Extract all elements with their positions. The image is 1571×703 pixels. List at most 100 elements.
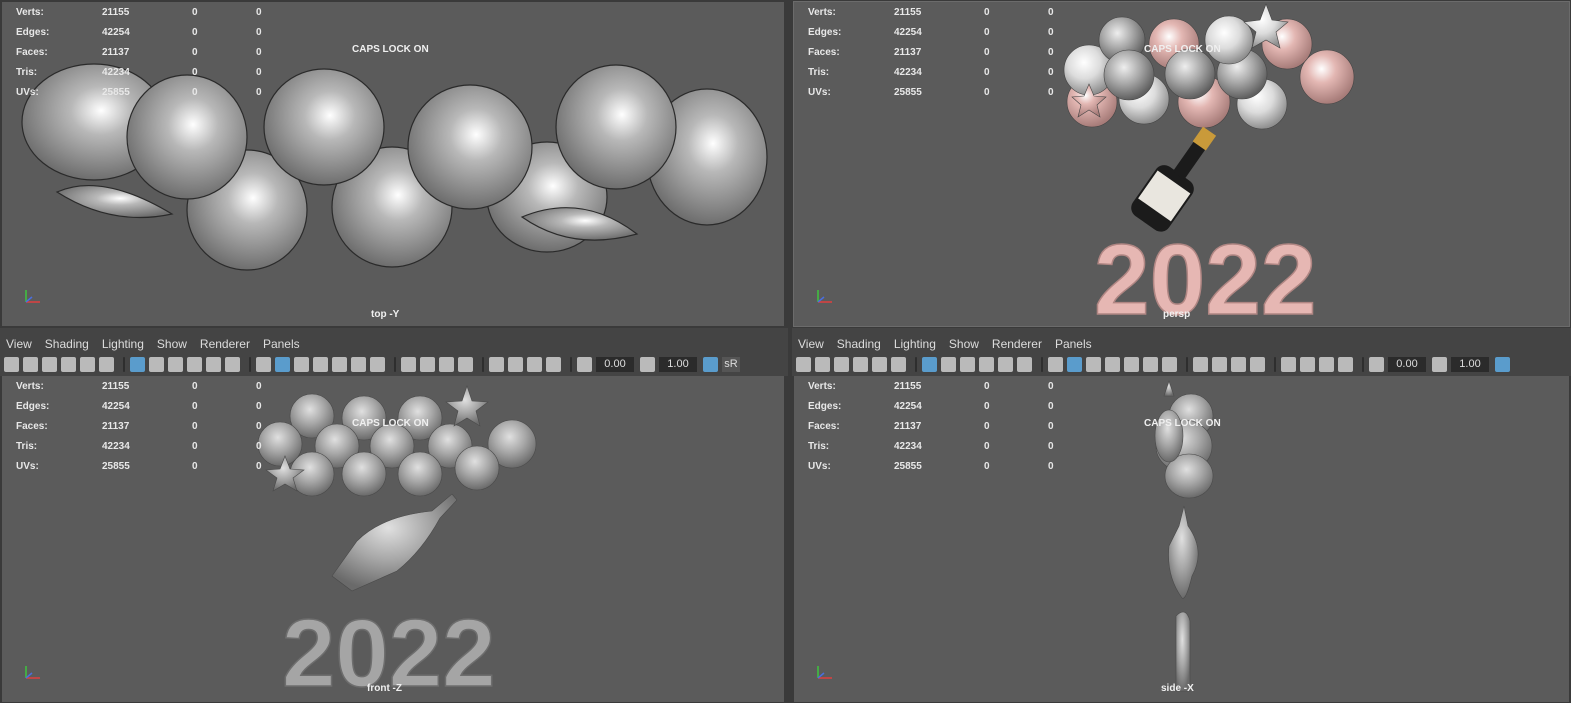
toolbar-separator: [394, 356, 396, 372]
hud-row-edges: Edges: 42254 0 0: [808, 26, 1054, 38]
wireframe-on-shaded-icon[interactable]: [313, 356, 328, 372]
viewport-top[interactable]: Verts: 21155 0 0 Edges: 42254 0 0 Faces: 21137 0…: [2, 2, 784, 326]
xray-joints-icon[interactable]: [1319, 356, 1334, 372]
backface-culling-icon[interactable]: [546, 356, 561, 372]
menu-view[interactable]: View: [798, 337, 824, 351]
panel-toolbar-left: View Shading Lighting Show Renderer Pane…: [0, 328, 788, 376]
textured-icon[interactable]: [332, 356, 347, 372]
lights-icon[interactable]: [1143, 356, 1158, 372]
xray-icon[interactable]: [508, 356, 523, 372]
smooth-shade-icon[interactable]: [1067, 356, 1082, 372]
image-plane-icon[interactable]: [61, 356, 76, 372]
wireframe-icon[interactable]: [1048, 356, 1063, 372]
gamma-icon[interactable]: [1432, 356, 1447, 372]
lights-icon[interactable]: [351, 356, 366, 372]
motion-blur-icon[interactable]: [420, 356, 435, 372]
color-management-icon[interactable]: [703, 356, 718, 372]
hud-row-faces: Faces: 21137 0 0: [16, 46, 262, 58]
toolbar-separator: [1186, 356, 1188, 372]
menu-shading[interactable]: Shading: [45, 337, 89, 351]
textured-icon[interactable]: [1124, 356, 1139, 372]
menu-renderer[interactable]: Renderer: [200, 337, 250, 351]
bookmark-icon[interactable]: [834, 356, 849, 372]
xray-joints-icon[interactable]: [527, 356, 542, 372]
gate-mask-icon[interactable]: [168, 356, 183, 372]
xray-icon[interactable]: [1300, 356, 1315, 372]
exposure-icon[interactable]: [1369, 356, 1384, 372]
smooth-shade-icon[interactable]: [275, 356, 290, 372]
toolbar-separator: [482, 356, 484, 372]
grid-toggle-icon[interactable]: [872, 356, 887, 372]
camera-icon[interactable]: [4, 356, 19, 372]
caps-lock-indicator: CAPS LOCK ON: [1144, 418, 1221, 429]
shadows-icon[interactable]: [1162, 356, 1177, 372]
isolate-select-icon[interactable]: [1281, 356, 1296, 372]
field-chart-icon[interactable]: [187, 356, 202, 372]
exposure-icon[interactable]: [577, 356, 592, 372]
safe-action-icon[interactable]: [998, 356, 1013, 372]
menu-panels[interactable]: Panels: [1055, 337, 1092, 351]
film-gate-icon[interactable]: [99, 356, 114, 372]
anti-alias-icon[interactable]: [1231, 356, 1246, 372]
wireframe-on-shaded-icon[interactable]: [1105, 356, 1120, 372]
hud-row-tris: Tris: 42234 0 0: [16, 66, 262, 78]
toolbar-separator: [915, 356, 917, 372]
gate-mask-icon[interactable]: [960, 356, 975, 372]
gamma-icon[interactable]: [640, 356, 655, 372]
bookmark-icon[interactable]: [42, 356, 57, 372]
camera-attributes-icon[interactable]: [815, 356, 830, 372]
hud-row-tris: Tris: 42234 0 0: [808, 66, 1054, 78]
anti-alias-icon[interactable]: [439, 356, 454, 372]
hud-row-edges: Edges: 42254 0 0: [16, 400, 262, 412]
gamma-field[interactable]: 1.00: [659, 356, 697, 372]
isolate-select-icon[interactable]: [489, 356, 504, 372]
depth-of-field-icon[interactable]: [1250, 356, 1265, 372]
menu-panels[interactable]: Panels: [263, 337, 300, 351]
exposure-field[interactable]: 0.00: [596, 356, 634, 372]
film-gate-icon[interactable]: [891, 356, 906, 372]
menu-lighting[interactable]: Lighting: [102, 337, 144, 351]
resolution-gate-icon[interactable]: [941, 356, 956, 372]
hud-row-uvs: UVs: 25855 0 0: [808, 86, 1054, 98]
menu-shading[interactable]: Shading: [837, 337, 881, 351]
hud-row-uvs: UVs: 25855 0 0: [16, 86, 262, 98]
viewport-side[interactable]: Verts: 21155 0 0 Edges: 42254 0 0 Faces: 21137 0…: [794, 376, 1569, 702]
safe-title-icon[interactable]: [1017, 356, 1032, 372]
menu-show[interactable]: Show: [949, 337, 979, 351]
gamma-field[interactable]: 1.00: [1451, 356, 1489, 372]
hud-row-faces: Faces: 21137 0 0: [16, 420, 262, 432]
poly-count-hud: Verts: 21155 0 0 Edges: 42254 0 0 Faces: 21137 0…: [16, 2, 262, 102]
default-material-icon[interactable]: [1086, 356, 1101, 372]
exposure-field[interactable]: 0.00: [1388, 356, 1426, 372]
camera-name: top -Y: [371, 309, 400, 320]
safe-title-icon[interactable]: [225, 356, 240, 372]
field-chart-icon[interactable]: [979, 356, 994, 372]
grid-icon[interactable]: [130, 356, 145, 372]
viewport-persp[interactable]: 2022 Verts: 21155 0 0 Edges: 42254 0 0 Faces: 2…: [793, 1, 1570, 327]
resolution-gate-icon[interactable]: [149, 356, 164, 372]
menu-show[interactable]: Show: [157, 337, 187, 351]
viewport-front[interactable]: 2022 Verts: 21155 0 0 Edges: 42254 0 0 Faces: 2…: [2, 376, 784, 702]
wireframe-icon[interactable]: [256, 356, 271, 372]
menu-lighting[interactable]: Lighting: [894, 337, 936, 351]
color-management-icon[interactable]: [1495, 356, 1510, 372]
default-material-icon[interactable]: [294, 356, 309, 372]
backface-culling-icon[interactable]: [1338, 356, 1353, 372]
camera-attributes-icon[interactable]: [23, 356, 38, 372]
motion-blur-icon[interactable]: [1212, 356, 1227, 372]
safe-action-icon[interactable]: [206, 356, 221, 372]
view-transform-label[interactable]: sR: [722, 356, 740, 372]
shadows-icon[interactable]: [370, 356, 385, 372]
camera-icon[interactable]: [796, 356, 811, 372]
depth-of-field-icon[interactable]: [458, 356, 473, 372]
ambient-occlusion-icon[interactable]: [1193, 356, 1208, 372]
menu-renderer[interactable]: Renderer: [992, 337, 1042, 351]
panel-menu: View Shading Lighting Show Renderer Pane…: [798, 337, 1105, 351]
grid-toggle-icon[interactable]: [80, 356, 95, 372]
grid-icon[interactable]: [922, 356, 937, 372]
ambient-occlusion-icon[interactable]: [401, 356, 416, 372]
panel-icon-toolbar: 0.00 1.00 sR: [4, 354, 746, 374]
hud-row-uvs: UVs: 25855 0 0: [808, 460, 1054, 472]
image-plane-icon[interactable]: [853, 356, 868, 372]
menu-view[interactable]: View: [6, 337, 32, 351]
